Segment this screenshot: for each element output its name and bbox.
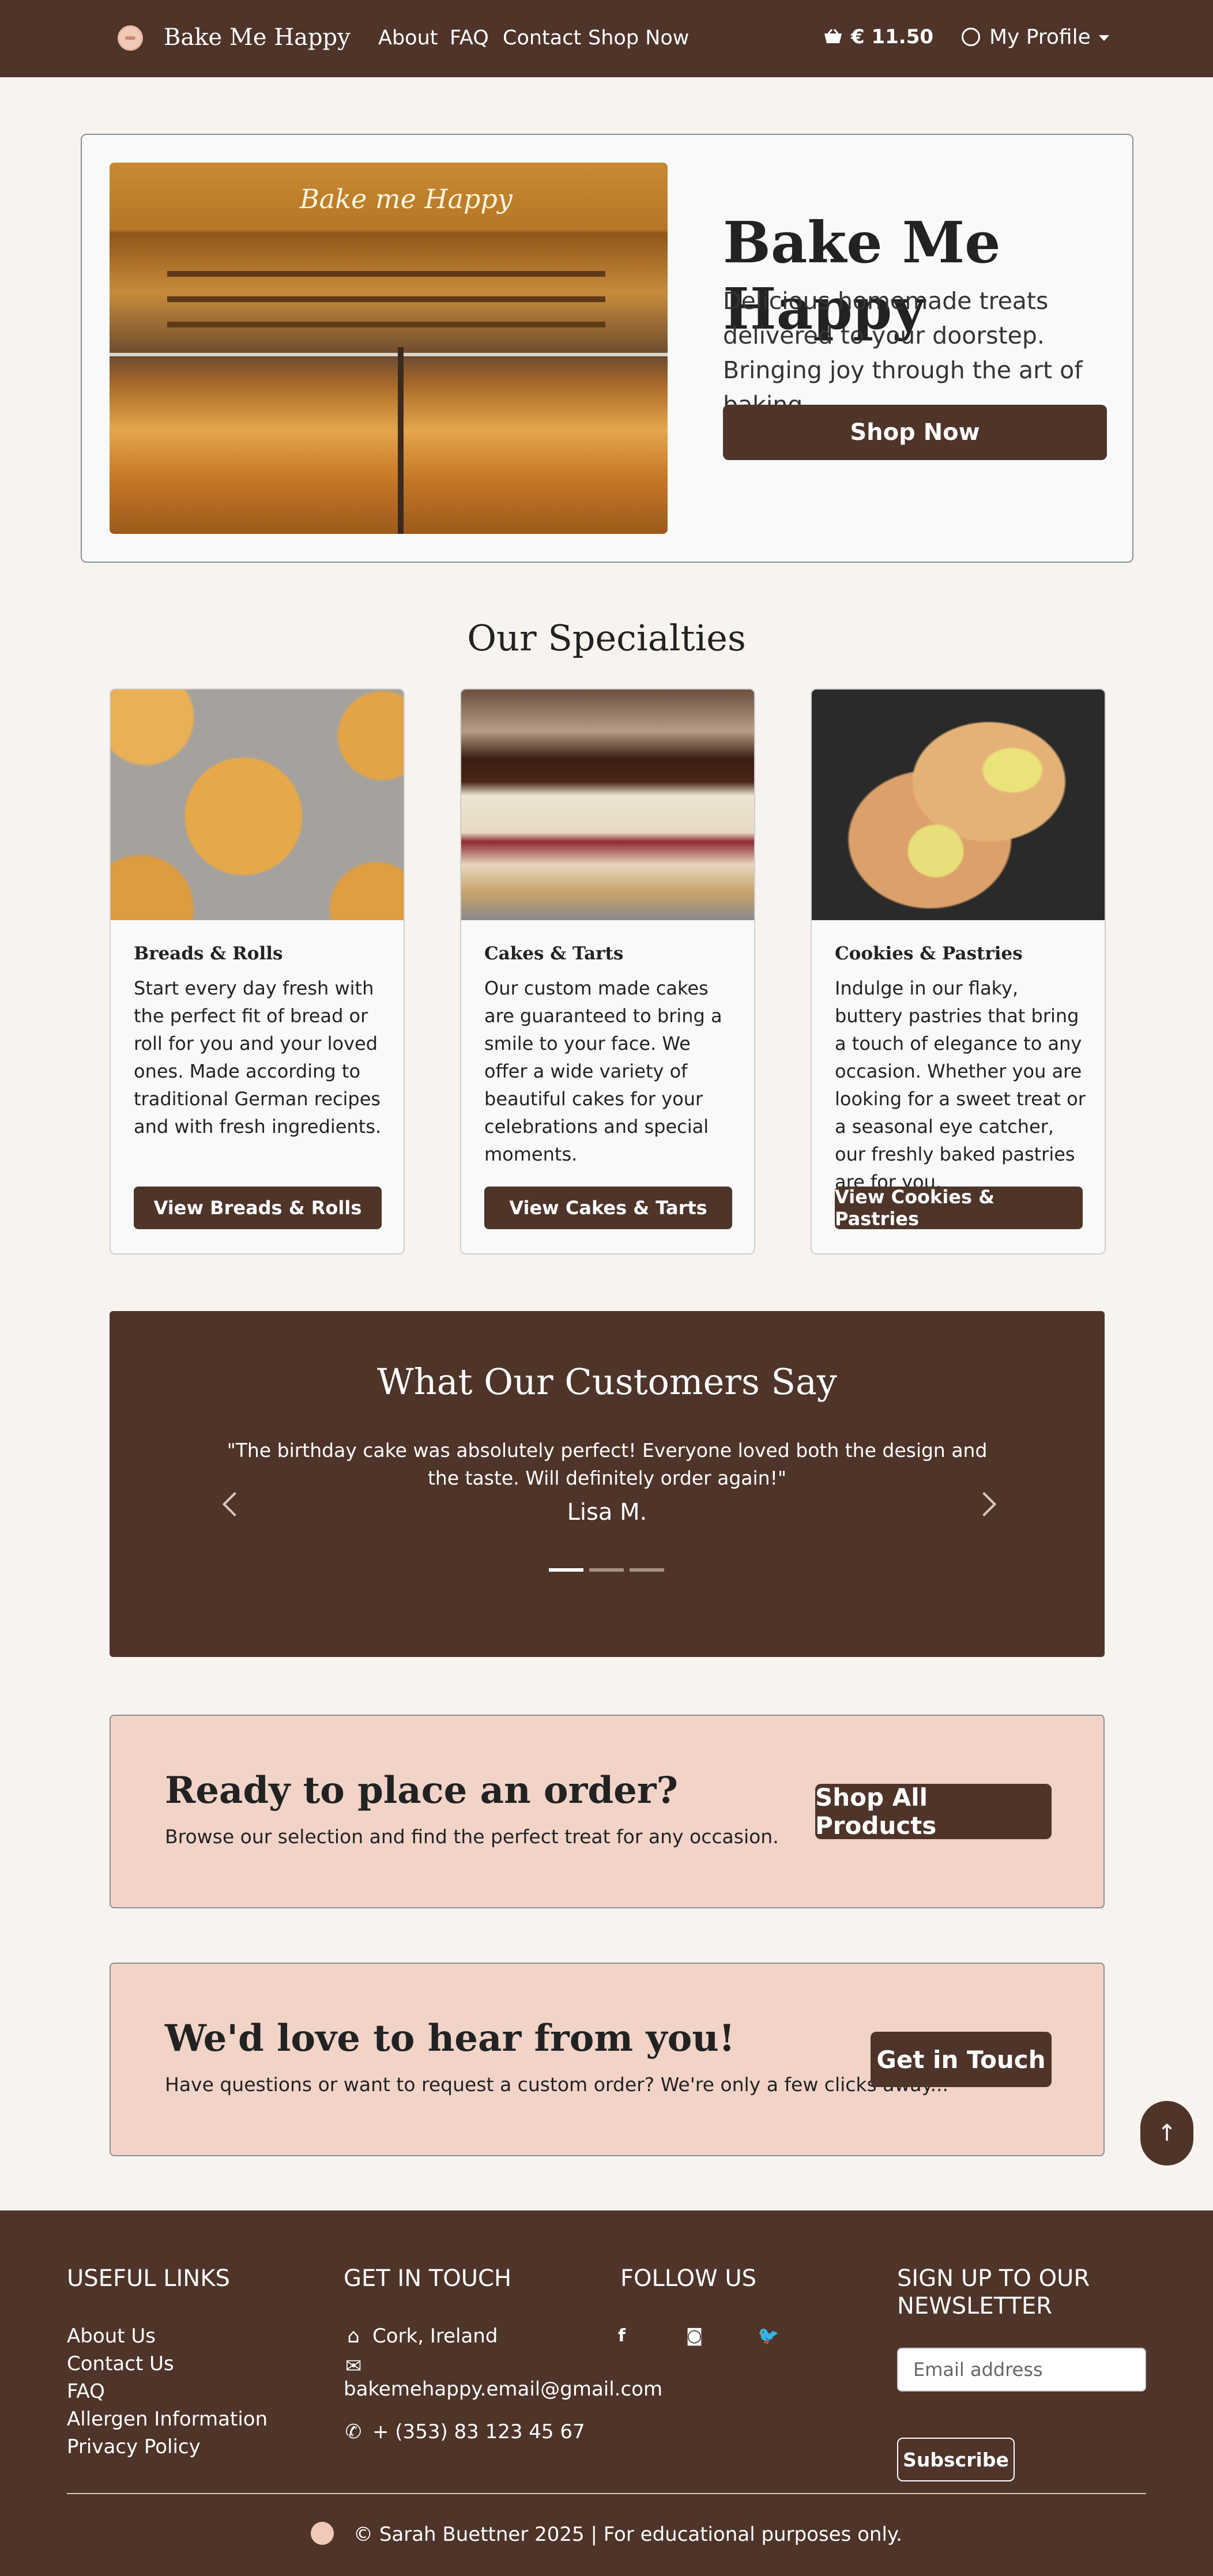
cakes-tarts-image (461, 690, 754, 920)
cookies-pastries-image (812, 690, 1105, 920)
instagram-icon[interactable]: ◙ (686, 2326, 703, 2346)
cta-contact-title: We'd love to hear from you! (165, 2017, 735, 2060)
cta-order-box: Ready to place an order? Browse our sele… (110, 1715, 1105, 1908)
arrow-up-icon: ↑ (1157, 2120, 1177, 2146)
testimonials-title: What Our Customers Say (377, 1361, 837, 1403)
specialties-title: Our Specialties (467, 617, 746, 659)
hero-section: Bake me Happy Bake Me Happy Delicious ho… (81, 134, 1133, 563)
basket-icon (823, 27, 843, 43)
cta-order-text: Browse our selection and find the perfec… (165, 1825, 779, 1848)
card-title: Breads & Rolls (134, 943, 283, 964)
footer-phone[interactable]: ✆ + (353) 83 123 45 67 (344, 2420, 585, 2443)
breads-rolls-image (111, 690, 404, 920)
home-icon: ⌂ (347, 2325, 360, 2348)
back-to-top-button[interactable]: ↑ (1140, 2101, 1193, 2166)
cta-contact-box: We'd love to hear from you! Have questio… (110, 1963, 1105, 2156)
user-circle-icon (962, 28, 980, 46)
envelope-icon: ✉ (345, 2355, 362, 2378)
cta-order-title: Ready to place an order? (165, 1769, 678, 1812)
hero-subtitle: Delicious homemade treats delivered to y… (723, 287, 1083, 419)
testimonial-author: Lisa M. (567, 1499, 647, 1526)
card-title: Cakes & Tarts (484, 943, 624, 964)
cart-total: € 11.50 (851, 25, 934, 48)
card-title: Cookies & Pastries (835, 943, 1023, 964)
footer-link-about-us[interactable]: About Us (67, 2325, 156, 2348)
footer-copyright: © Sarah Buettner 2025 | For educational … (0, 2521, 1213, 2547)
footer-heading-newsletter: SIGN UP TO OUR NEWSLETTER (897, 2265, 1090, 2319)
footer-heading-useful-links: USEFUL LINKS (67, 2265, 230, 2292)
profile-label: My Profile (989, 25, 1091, 49)
card-text: Start every day fresh with the perfect f… (134, 977, 382, 1138)
nav-link-about[interactable]: About (378, 27, 438, 50)
phone-icon: ✆ (345, 2420, 362, 2443)
bakery-hero-image: Bake me Happy (110, 163, 668, 534)
carousel-indicator-3[interactable] (630, 1568, 664, 1572)
nav-link-contact[interactable]: Contact (503, 27, 581, 50)
footer-link-allergen-information[interactable]: Allergen Information (67, 2408, 268, 2431)
facebook-icon[interactable]: f (618, 2326, 626, 2346)
card-text: Our custom made cakes are guaranteed to … (484, 977, 722, 1165)
subscribe-button[interactable]: Subscribe (897, 2438, 1015, 2481)
cart-button[interactable]: € 11.50 (823, 25, 933, 48)
cta-contact-text: Have questions or want to request a cust… (165, 2073, 948, 2096)
specialty-card-breads: Breads & Rolls Start every day fresh wit… (110, 688, 405, 1255)
footer-link-privacy-policy[interactable]: Privacy Policy (67, 2435, 201, 2458)
brand-logo-icon[interactable] (118, 25, 143, 51)
footer-email[interactable]: ✉ bakemehappy.email@gmail.com (344, 2355, 662, 2401)
footer-location: ⌂ Cork, Ireland (344, 2325, 498, 2348)
footer-logo-icon (311, 2521, 334, 2545)
profile-dropdown[interactable]: My Profile (962, 25, 1109, 49)
footer-divider (67, 2493, 1146, 2494)
view-cookies-pastries-button[interactable]: View Cookies & Pastries (835, 1186, 1083, 1230)
card-text: Indulge in our flaky, buttery pastries t… (835, 977, 1086, 1193)
view-cakes-tarts-button[interactable]: View Cakes & Tarts (484, 1187, 732, 1229)
footer-link-faq[interactable]: FAQ (67, 2380, 105, 2403)
shop-all-products-button[interactable]: Shop All Products (815, 1783, 1052, 1840)
twitter-icon[interactable]: 🐦 (758, 2326, 779, 2346)
newsletter-email-input[interactable]: Email address (897, 2348, 1146, 2392)
get-in-touch-button[interactable]: Get in Touch (871, 2032, 1052, 2087)
footer: USEFUL LINKS About Us Contact Us FAQ All… (0, 2210, 1213, 2576)
view-breads-rolls-button[interactable]: View Breads & Rolls (134, 1187, 382, 1229)
footer-link-contact-us[interactable]: Contact Us (67, 2352, 174, 2375)
hero-shop-now-button[interactable]: Shop Now (723, 405, 1107, 460)
footer-heading-follow-us: FOLLOW US (620, 2265, 757, 2292)
testimonial-quote: "The birthday cake was absolutely perfec… (227, 1439, 988, 1489)
specialty-card-pastries: Cookies & Pastries Indulge in our flaky,… (811, 688, 1106, 1255)
carousel-indicator-1[interactable] (549, 1568, 583, 1572)
brand-name[interactable]: Bake Me Happy (164, 24, 351, 51)
chevron-down-icon (1098, 35, 1109, 41)
specialty-card-cakes: Cakes & Tarts Our custom made cakes are … (460, 688, 755, 1255)
nav-link-shop-now[interactable]: Shop Now (588, 27, 689, 50)
nav-link-faq[interactable]: FAQ (450, 27, 489, 50)
carousel-indicator-2[interactable] (589, 1568, 624, 1572)
bakery-sign: Bake me Happy (300, 183, 513, 214)
footer-heading-get-in-touch: GET IN TOUCH (344, 2265, 512, 2292)
navbar: Bake Me Happy About FAQ Contact Shop Now… (0, 0, 1213, 77)
testimonials-carousel: What Our Customers Say "The birthday cak… (110, 1311, 1105, 1657)
